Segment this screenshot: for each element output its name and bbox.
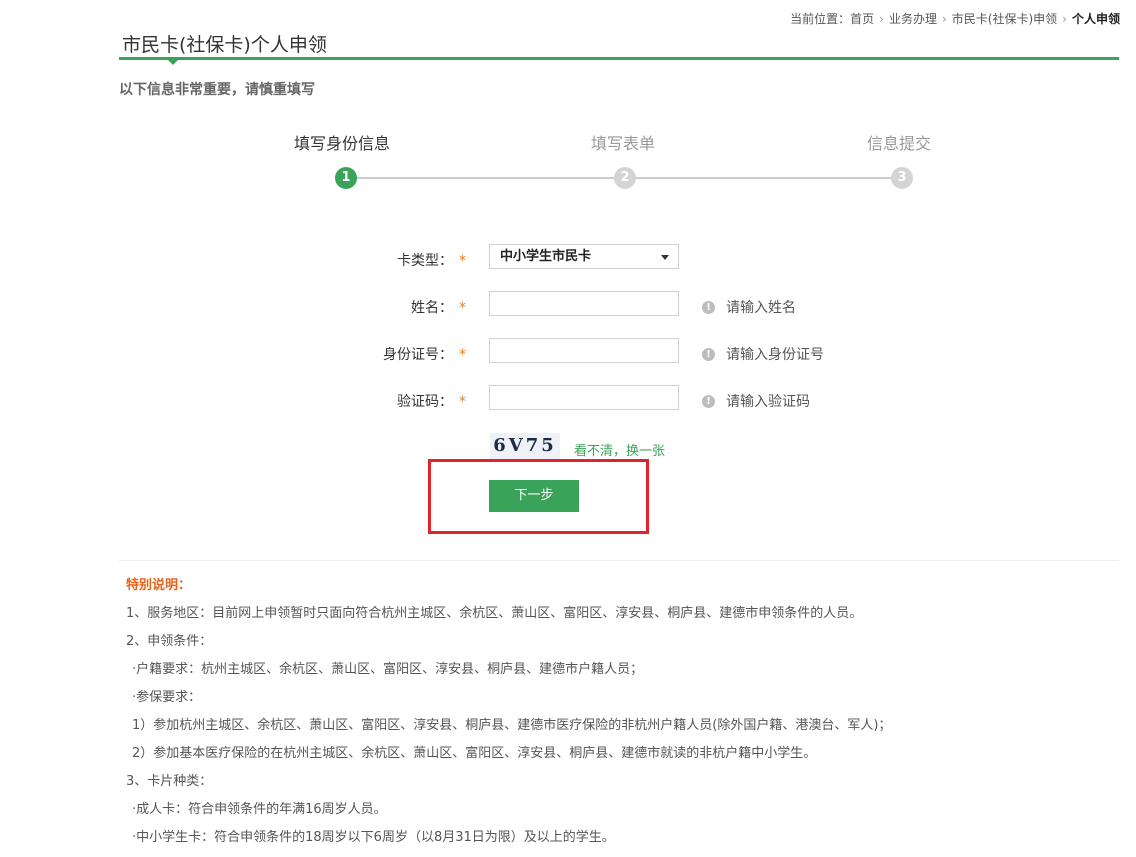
id-number-hint-text: 请输入身份证号 bbox=[726, 347, 824, 363]
info-icon: ! bbox=[702, 347, 715, 361]
chevron-down-icon bbox=[661, 255, 669, 260]
id-number-hint: ! 请输入身份证号 bbox=[702, 344, 824, 364]
note-line: 3、卡片种类： bbox=[126, 774, 213, 789]
note-line: 2、申领条件： bbox=[126, 634, 213, 649]
name-input[interactable] bbox=[489, 291, 679, 316]
captcha-input[interactable] bbox=[489, 385, 679, 410]
breadcrumb-current: 个人申领 bbox=[1071, 12, 1120, 26]
note-line: 1、服务地区：目前网上申领暂时只面向符合杭州主城区、余杭区、萧山区、富阳区、淳安… bbox=[126, 606, 863, 621]
id-number-input[interactable] bbox=[489, 338, 679, 363]
card-type-label: 卡类型： * bbox=[397, 250, 466, 270]
breadcrumb-prefix: 当前位置： bbox=[790, 12, 851, 26]
captcha-hint: ! 请输入验证码 bbox=[702, 391, 810, 411]
card-type-select[interactable]: 中小学生市民卡 bbox=[489, 244, 679, 269]
captcha-label: 验证码： * bbox=[397, 391, 466, 411]
step-1-dot: 1 bbox=[335, 167, 357, 189]
card-type-label-text: 卡类型： bbox=[397, 253, 453, 269]
captcha-hint-text: 请输入验证码 bbox=[726, 394, 810, 410]
step-2-label: 填写表单 bbox=[590, 134, 656, 153]
special-notes: 特别说明： 1、服务地区：目前网上申领暂时只面向符合杭州主城区、余杭区、萧山区、… bbox=[126, 577, 891, 857]
required-mark: * bbox=[459, 394, 466, 410]
note-line: ·成人卡：符合申领条件的年满16周岁人员。 bbox=[132, 802, 387, 817]
breadcrumb-separator: › bbox=[1062, 12, 1067, 26]
step-3-dot: 3 bbox=[891, 167, 913, 189]
captcha-refresh-link[interactable]: 看不清，换一张 bbox=[574, 440, 665, 459]
card-type-value: 中小学生市民卡 bbox=[500, 249, 592, 264]
title-divider bbox=[119, 57, 1119, 60]
breadcrumb-separator: › bbox=[879, 12, 884, 26]
info-icon: ! bbox=[702, 394, 715, 408]
note-line: ·户籍要求：杭州主城区、余杭区、萧山区、富阳区、淳安县、桐庐县、建德市户籍人员； bbox=[132, 662, 644, 677]
name-label: 姓名： * bbox=[411, 297, 466, 317]
breadcrumb-business-link[interactable]: 业务办理 bbox=[889, 12, 937, 26]
notes-title: 特别说明： bbox=[126, 578, 192, 593]
id-number-label: 身份证号： * bbox=[383, 344, 466, 364]
captcha-image[interactable]: 6V75 bbox=[490, 433, 560, 459]
note-line: ·参保要求： bbox=[132, 690, 202, 705]
breadcrumb: 当前位置：首页 › 业务办理 › 市民卡(社保卡)申领 › 个人申领 bbox=[790, 10, 1120, 27]
breadcrumb-separator: › bbox=[941, 12, 947, 26]
title-notch bbox=[168, 60, 178, 65]
step-3-label: 信息提交 bbox=[866, 134, 932, 153]
captcha-label-text: 验证码： bbox=[397, 394, 453, 410]
step-1-label: 填写身份信息 bbox=[293, 134, 391, 153]
name-label-text: 姓名： bbox=[411, 300, 453, 316]
step-2-dot: 2 bbox=[614, 167, 636, 189]
note-line: ·中小学生卡：符合申领条件的18周岁以下6周岁（以8月31日为限）及以上的学生。 bbox=[132, 830, 615, 845]
info-icon: ! bbox=[702, 300, 715, 314]
name-hint: ! 请输入姓名 bbox=[702, 297, 796, 317]
page-title: 市民卡(社保卡)个人申领 bbox=[122, 34, 327, 56]
required-mark: * bbox=[459, 253, 466, 269]
note-line: 2）参加基本医疗保险的在杭州主城区、余杭区、萧山区、富阳区、淳安县、桐庐县、建德… bbox=[132, 746, 817, 761]
required-mark: * bbox=[459, 300, 466, 316]
page-subtitle: 以下信息非常重要，请慎重填写 bbox=[119, 82, 315, 98]
id-number-label-text: 身份证号： bbox=[383, 347, 453, 363]
highlight-box bbox=[428, 459, 649, 534]
name-hint-text: 请输入姓名 bbox=[726, 300, 796, 316]
section-divider bbox=[119, 560, 1119, 561]
breadcrumb-home-link[interactable]: 首页 bbox=[850, 12, 874, 26]
note-line: 1）参加杭州主城区、余杭区、萧山区、富阳区、淳安县、桐庐县、建德市医疗保险的非杭… bbox=[132, 718, 892, 733]
breadcrumb-card-apply-link[interactable]: 市民卡(社保卡)申领 bbox=[952, 12, 1057, 26]
required-mark: * bbox=[459, 347, 466, 363]
